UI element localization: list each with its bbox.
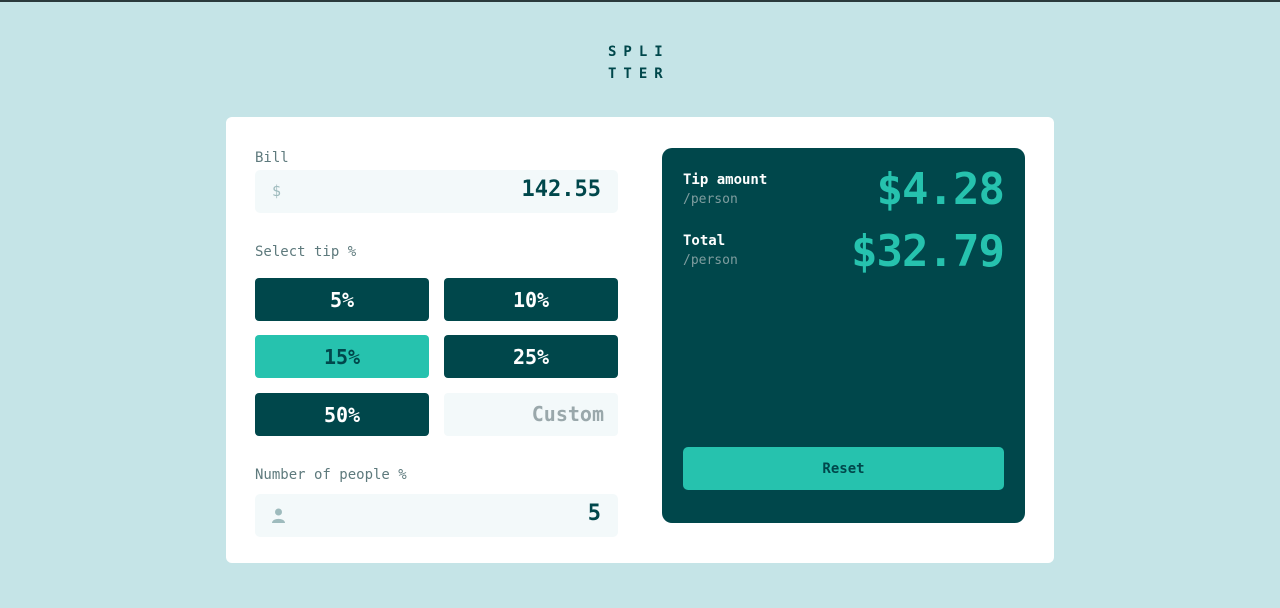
bill-value: 142.55: [521, 177, 601, 202]
people-label: Number of people %: [255, 467, 407, 483]
results-panel: Tip amount /person $4.28 Total /person $…: [662, 148, 1025, 523]
dollar-icon: $: [272, 182, 282, 200]
logo-line-2: TTER: [608, 66, 670, 82]
app-logo: SPLI TTER: [608, 41, 678, 85]
tip-button-15[interactable]: 15%: [255, 335, 429, 378]
bill-label: Bill: [255, 150, 289, 166]
total-label: Total: [683, 233, 726, 249]
tip-button-50[interactable]: 50%: [255, 393, 429, 436]
tip-button-10[interactable]: 10%: [444, 278, 618, 321]
tip-amount-label: Tip amount: [683, 172, 768, 188]
custom-tip-input[interactable]: Custom: [444, 393, 618, 436]
select-tip-label: Select tip %: [255, 244, 357, 260]
people-input[interactable]: 5: [255, 494, 618, 537]
tip-button-5[interactable]: 5%: [255, 278, 429, 321]
people-value: 5: [587, 501, 601, 526]
total-value: $32.79: [851, 226, 1005, 277]
reset-button[interactable]: Reset: [683, 447, 1004, 490]
tip-amount-per-person: /person: [683, 192, 738, 207]
logo-line-1: SPLI: [608, 44, 670, 60]
total-per-person: /person: [683, 253, 738, 268]
tip-amount-value: $4.28: [876, 164, 1005, 215]
calculator-card: Bill $ 142.55 Select tip % 5% 10% 15% 25…: [226, 117, 1054, 563]
bill-input[interactable]: $ 142.55: [255, 170, 618, 213]
tip-button-25[interactable]: 25%: [444, 335, 618, 378]
person-icon: [272, 508, 285, 523]
